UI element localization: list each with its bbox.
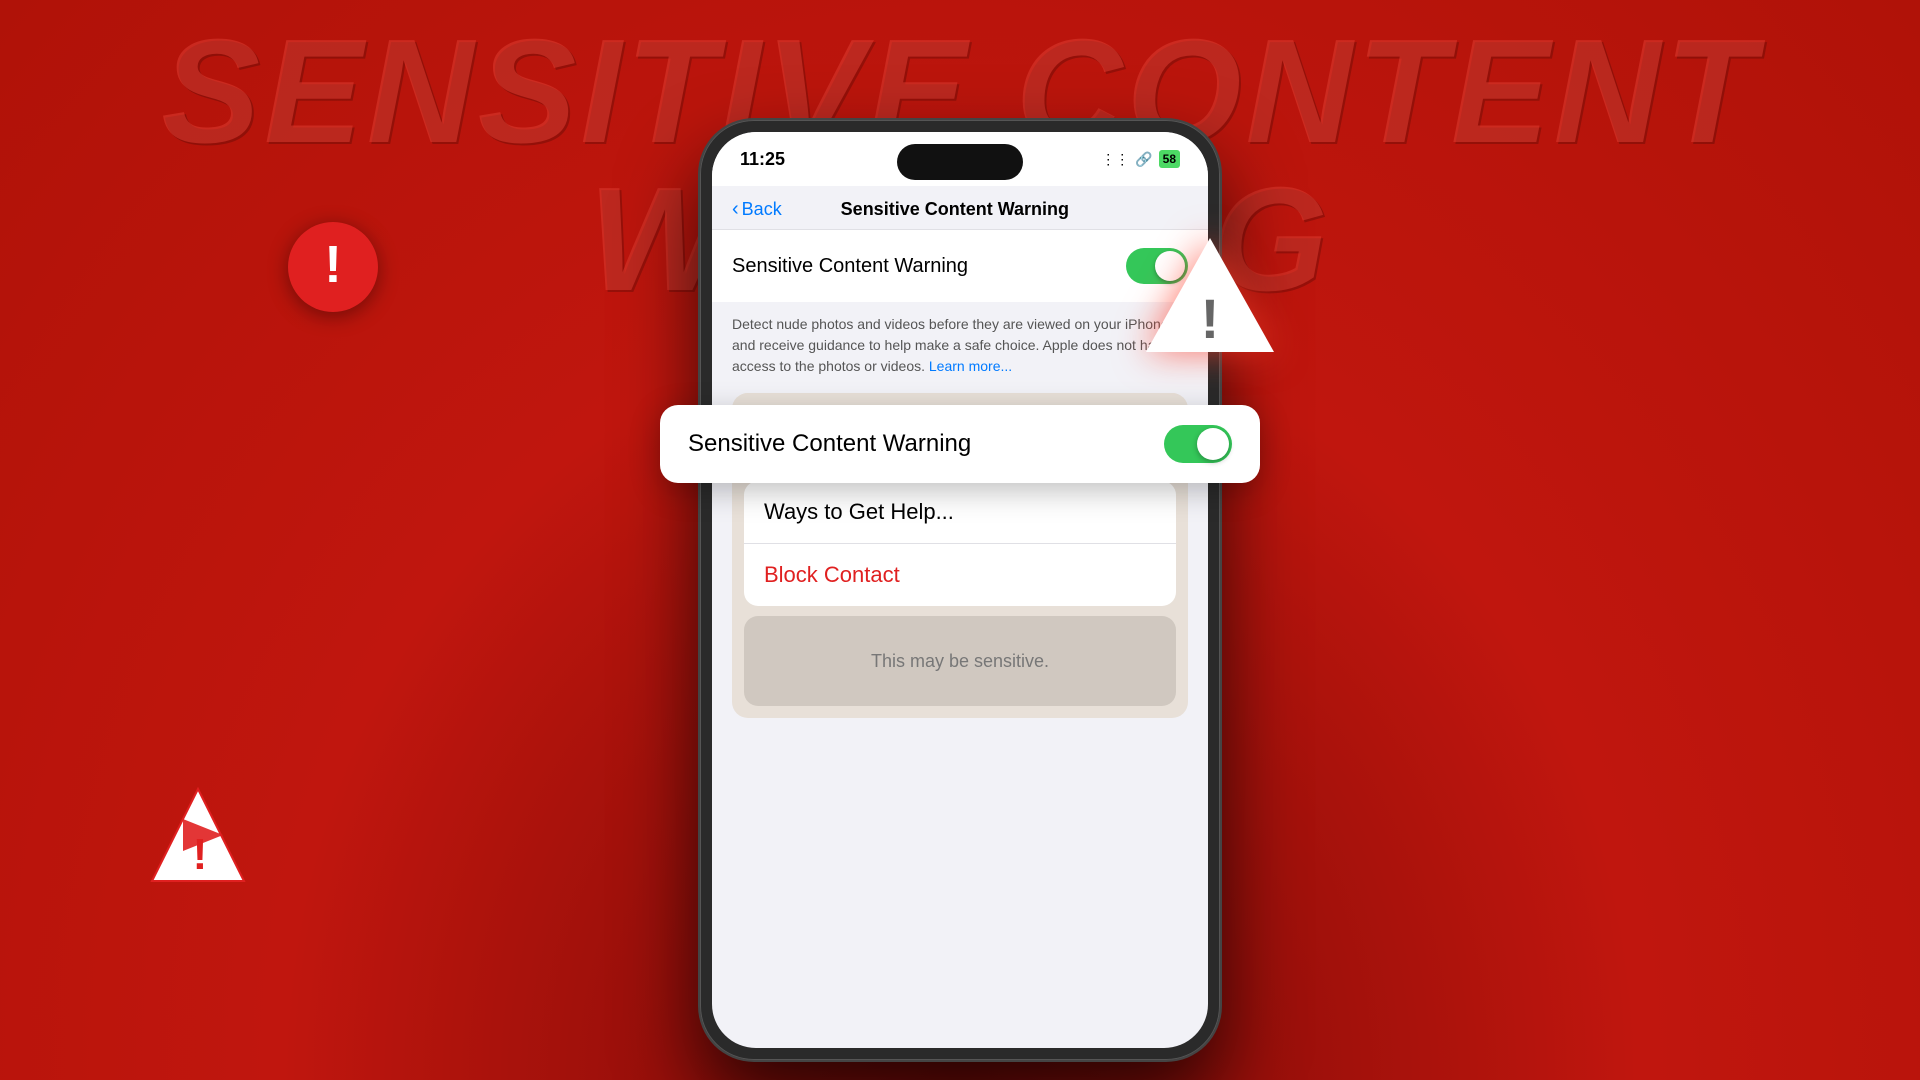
floating-toggle-knob bbox=[1197, 428, 1229, 460]
back-chevron-icon: ‹ bbox=[732, 198, 739, 221]
nav-title: Sensitive Content Warning bbox=[782, 199, 1128, 220]
floating-sensitive-card: Sensitive Content Warning bbox=[660, 405, 1260, 483]
block-contact-item[interactable]: Block Contact bbox=[744, 544, 1176, 606]
learn-more-link[interactable]: Learn more... bbox=[929, 358, 1012, 374]
phone-screen: 11:25 ⋮⋮ 🔗 58 ‹ Back Sensitive Content W… bbox=[712, 132, 1208, 1048]
sensitive-content-preview: This may be sensitive. bbox=[744, 616, 1176, 706]
dynamic-island bbox=[897, 144, 1023, 180]
floating-toggle[interactable] bbox=[1164, 425, 1232, 463]
exclamation-mark: ! bbox=[324, 239, 341, 291]
action-list: Ways to Get Help... Block Contact bbox=[744, 481, 1176, 606]
floating-card-label: Sensitive Content Warning bbox=[688, 430, 971, 458]
settings-row: Sensitive Content Warning bbox=[712, 230, 1208, 302]
settings-label: Sensitive Content Warning bbox=[732, 255, 968, 278]
nav-bar: ‹ Back Sensitive Content Warning bbox=[712, 186, 1208, 230]
svg-text:!: ! bbox=[1201, 287, 1220, 350]
back-button[interactable]: ‹ Back bbox=[732, 198, 782, 221]
status-bar: 11:25 ⋮⋮ 🔗 58 bbox=[712, 132, 1208, 186]
exclamation-circle-icon: ! bbox=[288, 222, 378, 312]
play-warning-icon: ! bbox=[148, 785, 248, 885]
sensitive-preview-text: This may be sensitive. bbox=[871, 651, 1049, 672]
description-text: Detect nude photos and videos before the… bbox=[712, 302, 1208, 393]
back-label: Back bbox=[742, 199, 782, 220]
status-time: 11:25 bbox=[740, 149, 785, 170]
battery-icon: 58 bbox=[1159, 150, 1180, 168]
ways-to-get-help-item[interactable]: Ways to Get Help... bbox=[744, 481, 1176, 544]
signal-icon: ⋮⋮ bbox=[1101, 151, 1129, 168]
status-icons: ⋮⋮ 🔗 58 bbox=[1101, 150, 1180, 168]
warning-triangle-icon: ! bbox=[1140, 230, 1280, 360]
link-icon: 🔗 bbox=[1135, 151, 1152, 168]
